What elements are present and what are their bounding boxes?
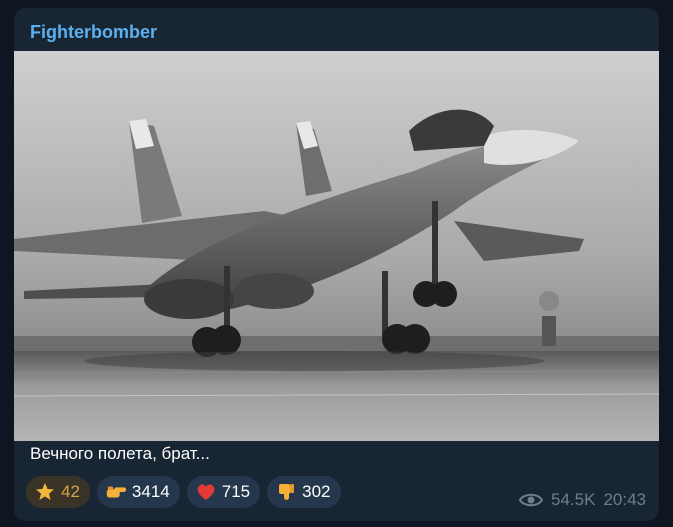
- star-icon: [34, 481, 56, 503]
- channel-post: Fighterbomber Вечного полета, брат... 42…: [14, 8, 659, 521]
- post-time: 20:43: [603, 490, 646, 509]
- reaction-star[interactable]: 42: [26, 476, 90, 508]
- view-count: 54.5K: [551, 490, 596, 509]
- reactions-bar: 42 3414 715 302: [26, 476, 341, 508]
- reaction-count: 302: [302, 482, 331, 501]
- reaction-count: 42: [61, 482, 80, 501]
- post-caption: Вечного полета, брат...: [30, 444, 210, 463]
- reaction-count: 3414: [131, 482, 170, 501]
- aircraft-photo: [14, 51, 659, 441]
- post-meta: 54.5K 20:43: [518, 490, 646, 510]
- thumbs-down-icon: [275, 481, 297, 503]
- post-photo[interactable]: [14, 51, 659, 441]
- eye-icon: [518, 492, 544, 508]
- pointing-hand-icon: [105, 481, 127, 503]
- reaction-count: 715: [221, 482, 251, 501]
- reaction-pointing-hand[interactable]: 3414: [96, 476, 180, 508]
- heart-icon: [195, 481, 217, 503]
- reaction-heart[interactable]: 715: [186, 476, 261, 508]
- reaction-thumbs-down[interactable]: 302: [267, 476, 341, 508]
- channel-name[interactable]: Fighterbomber: [30, 22, 157, 43]
